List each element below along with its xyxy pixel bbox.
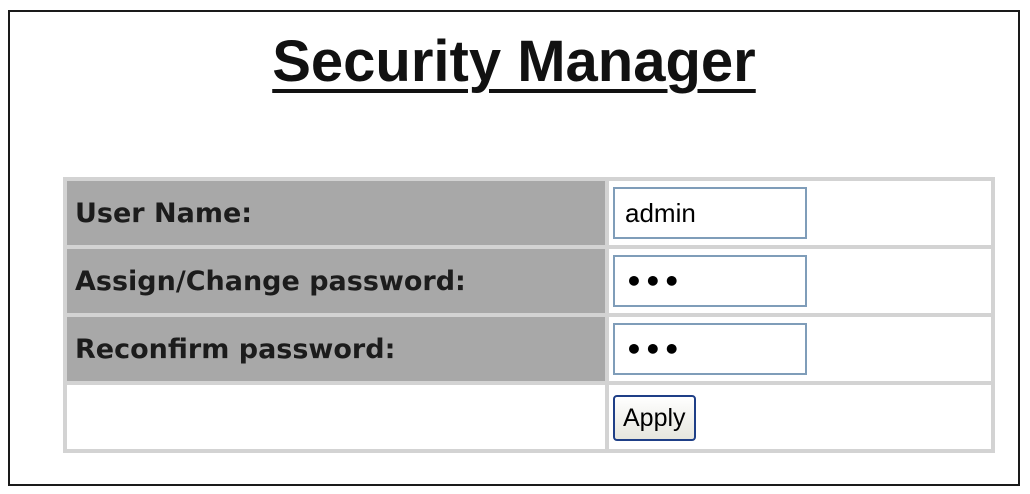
user-name-label: User Name: xyxy=(67,181,605,245)
page-title-text: Security Manager xyxy=(272,29,756,94)
form-row-reconfirm: Reconfirm password: xyxy=(67,317,991,381)
form-row-password: Assign/Change password: xyxy=(67,249,991,313)
user-name-input[interactable] xyxy=(613,187,807,239)
form-row-user-name: User Name: xyxy=(67,181,991,245)
apply-button[interactable]: Apply xyxy=(613,395,696,441)
reconfirm-password-input[interactable] xyxy=(613,323,807,375)
password-label: Assign/Change password: xyxy=(67,249,605,313)
security-form: User Name: Assign/Change password: Recon… xyxy=(63,177,995,453)
security-manager-panel: Security Manager User Name: Assign/Chang… xyxy=(8,10,1020,486)
password-input[interactable] xyxy=(613,255,807,307)
form-row-actions: Apply xyxy=(67,385,991,449)
page-title: Security Manager xyxy=(10,26,1018,98)
reconfirm-password-label: Reconfirm password: xyxy=(67,317,605,381)
empty-cell xyxy=(67,385,605,449)
